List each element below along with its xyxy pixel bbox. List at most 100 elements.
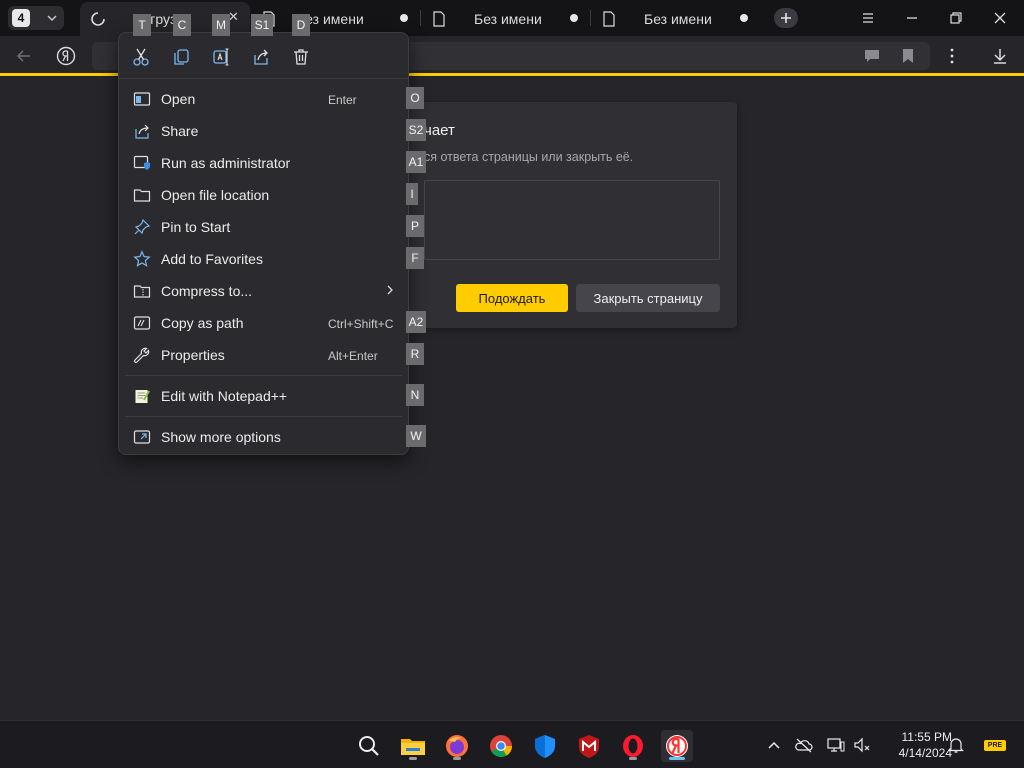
taskbar: 11:55 PM 4/14/2024 PRE bbox=[0, 720, 1024, 768]
minimize-icon bbox=[907, 17, 917, 19]
menu-item-shortcut: Ctrl+Shift+C bbox=[328, 317, 394, 331]
menu-item-open-file-location[interactable]: Open file location bbox=[123, 180, 404, 210]
taskbar-file-explorer[interactable] bbox=[397, 730, 429, 762]
taskbar-opera[interactable] bbox=[617, 730, 649, 762]
access-key-badge: W bbox=[406, 425, 426, 447]
menu-item-label: Properties bbox=[161, 347, 225, 363]
network-icon[interactable] bbox=[826, 735, 846, 755]
unsaved-dot bbox=[740, 14, 748, 22]
quick-actions-bar bbox=[119, 33, 408, 79]
more-vertical-icon[interactable] bbox=[942, 46, 962, 66]
document-icon bbox=[433, 11, 445, 27]
dialog-details-box bbox=[424, 180, 720, 260]
back-arrow-icon[interactable] bbox=[14, 46, 34, 66]
chevron-down-icon bbox=[47, 15, 57, 22]
menu-item-compress-to[interactable]: Compress to... bbox=[123, 276, 404, 306]
path-icon bbox=[133, 316, 151, 330]
new-tab-button[interactable] bbox=[774, 8, 798, 28]
page-unresponsive-dialog: чает ся ответа страницы или закрыть её. … bbox=[400, 102, 737, 328]
menu-item-shortcut: Alt+Enter bbox=[328, 349, 378, 363]
menu-item-add-to-favorites[interactable]: Add to Favorites bbox=[123, 244, 404, 274]
share-icon[interactable] bbox=[249, 45, 273, 69]
rename-icon[interactable] bbox=[209, 45, 233, 69]
copy-icon[interactable] bbox=[169, 45, 193, 69]
mcafee-icon bbox=[579, 735, 599, 758]
bookmark-icon[interactable] bbox=[898, 46, 918, 66]
tab-separator bbox=[590, 10, 591, 26]
menu-item-label: Pin to Start bbox=[161, 219, 231, 235]
access-key-badge: M bbox=[212, 14, 230, 36]
tab-separator bbox=[420, 10, 421, 26]
taskbar-mcafee[interactable] bbox=[573, 730, 605, 762]
open-icon bbox=[133, 92, 151, 106]
menu-item-edit-with-notepadpp[interactable]: Edit with Notepad++ bbox=[123, 381, 404, 411]
access-key-badge: T bbox=[133, 14, 151, 36]
running-indicator bbox=[453, 757, 461, 760]
access-key-badge: I bbox=[406, 183, 418, 205]
access-key-badge: C bbox=[173, 14, 191, 36]
menu-item-label: Show more options bbox=[161, 429, 281, 445]
speaker-muted-icon[interactable] bbox=[852, 735, 872, 755]
hamburger-icon bbox=[863, 13, 873, 23]
archive-icon bbox=[133, 285, 151, 298]
minimize-button[interactable] bbox=[900, 6, 924, 30]
chevron-right-icon bbox=[387, 285, 393, 295]
defender-icon bbox=[535, 735, 555, 758]
clock-date: 4/14/2024 bbox=[898, 746, 952, 760]
dialog-description: ся ответа страницы или закрыть её. bbox=[424, 150, 634, 164]
taskbar-defender[interactable] bbox=[529, 730, 561, 762]
menu-item-open[interactable]: Open Enter bbox=[123, 84, 404, 114]
menu-item-share[interactable]: Share bbox=[123, 116, 404, 146]
taskbar-yandex-browser[interactable] bbox=[661, 730, 693, 762]
tab-count: 4 bbox=[12, 9, 30, 27]
download-icon[interactable] bbox=[990, 46, 1010, 66]
chevron-up-icon[interactable] bbox=[764, 735, 784, 755]
menu-separator bbox=[125, 416, 402, 417]
folder-icon bbox=[133, 189, 151, 202]
cut-icon[interactable] bbox=[129, 45, 153, 69]
access-key-badge: S2 bbox=[406, 119, 426, 141]
taskbar-chrome[interactable] bbox=[485, 730, 517, 762]
close-window-button[interactable] bbox=[988, 6, 1012, 30]
taskbar-search[interactable] bbox=[353, 730, 385, 762]
menu-item-label: Run as administrator bbox=[161, 155, 291, 171]
tab-untitled-3[interactable]: Без имени bbox=[592, 2, 760, 36]
running-indicator bbox=[629, 757, 637, 760]
tab-untitled-2[interactable]: Без имени bbox=[422, 2, 590, 36]
share-icon bbox=[135, 124, 149, 139]
tab-untitled-1[interactable]: Без имени bbox=[252, 2, 420, 36]
menu-item-copy-as-path[interactable]: Copy as path Ctrl+Shift+C bbox=[123, 308, 404, 338]
taskbar-firefox[interactable] bbox=[441, 730, 473, 762]
restore-button[interactable] bbox=[944, 6, 968, 30]
menu-item-label: Compress to... bbox=[161, 283, 253, 299]
close-page-button[interactable]: Закрыть страницу bbox=[576, 284, 720, 312]
notification-bell-icon[interactable] bbox=[946, 735, 966, 755]
access-key-badge: F bbox=[406, 247, 424, 269]
tab-bar: 4 Загруз… ✕ Без имени Без имени Без имен… bbox=[0, 0, 1024, 36]
dialog-title: чает bbox=[424, 122, 455, 139]
menu-button[interactable] bbox=[856, 6, 880, 30]
menu-item-label: Add to Favorites bbox=[161, 251, 263, 267]
active-indicator bbox=[669, 757, 685, 760]
reader-mode-icon[interactable] bbox=[862, 46, 882, 66]
menu-item-label: Share bbox=[161, 123, 199, 139]
tab-counter-button[interactable]: 4 bbox=[8, 6, 64, 30]
access-key-badge: P bbox=[406, 215, 424, 237]
wait-button[interactable]: Подождать bbox=[456, 284, 568, 312]
onedrive-offline-icon[interactable] bbox=[794, 735, 814, 755]
yandex-logo-icon[interactable] bbox=[56, 46, 76, 66]
preview-build-label: PRE bbox=[987, 742, 1003, 749]
pin-icon bbox=[134, 218, 151, 235]
access-key-badge: R bbox=[406, 343, 424, 365]
unsaved-dot bbox=[400, 14, 408, 22]
menu-item-properties[interactable]: Properties Alt+Enter bbox=[123, 340, 404, 370]
menu-item-label: Open file location bbox=[161, 187, 270, 203]
menu-item-shortcut: Enter bbox=[328, 93, 357, 107]
loading-spinner-icon bbox=[91, 12, 105, 26]
clock[interactable]: 11:55 PM 4/14/2024 bbox=[876, 729, 952, 761]
menu-item-pin-to-start[interactable]: Pin to Start bbox=[123, 212, 404, 242]
delete-icon[interactable] bbox=[289, 45, 313, 69]
chrome-icon bbox=[490, 735, 512, 757]
menu-item-run-as-admin[interactable]: Run as administrator bbox=[123, 148, 404, 178]
menu-item-show-more-options[interactable]: Show more options bbox=[123, 422, 404, 452]
